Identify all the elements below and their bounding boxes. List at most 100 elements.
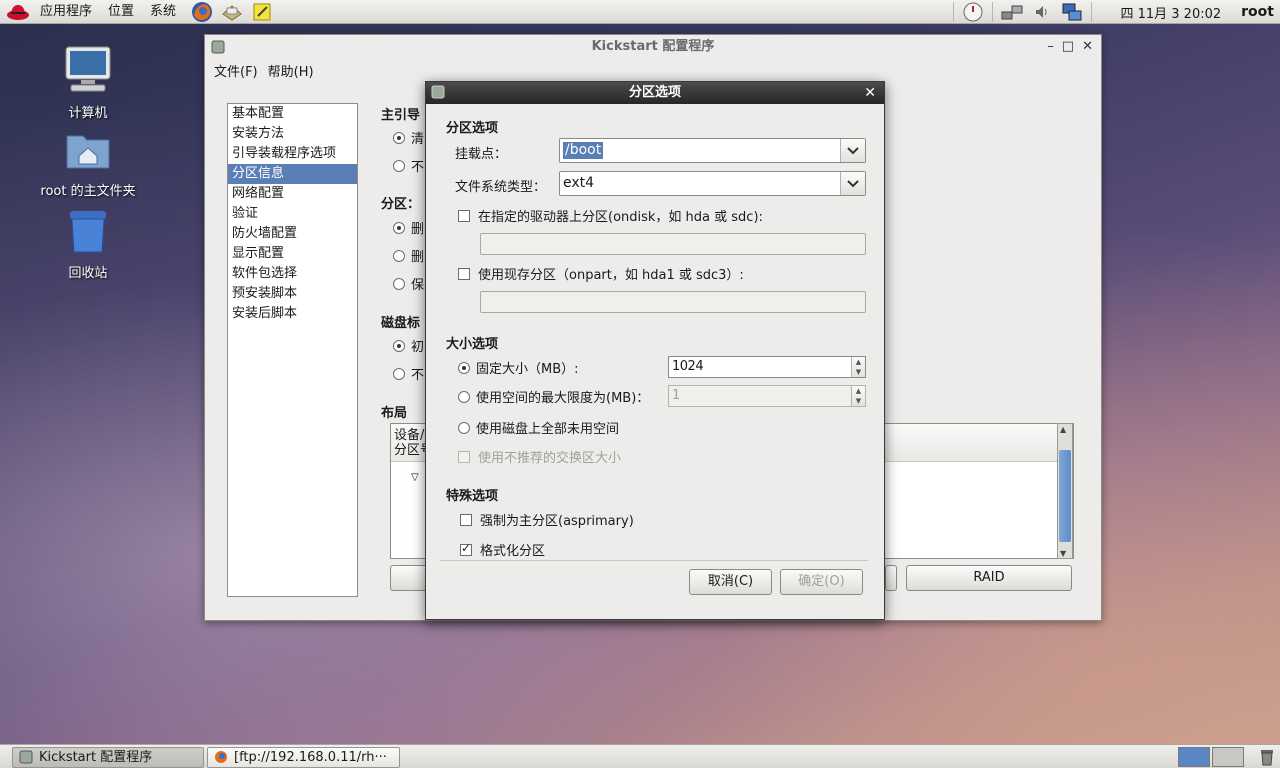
onpart-input[interactable] — [480, 291, 866, 313]
minimize-icon[interactable]: – — [1047, 35, 1054, 59]
onpart-checkbox[interactable] — [458, 267, 470, 280]
mbr-option-clear[interactable]: 清 — [393, 128, 424, 147]
dialog-titlebar[interactable]: 分区选项 ✕ — [426, 82, 884, 104]
radio-button[interactable] — [393, 367, 405, 380]
menu-help[interactable]: 帮助(H) — [263, 61, 319, 80]
max-size-radio[interactable] — [458, 390, 470, 403]
mail-launcher-icon[interactable] — [220, 1, 244, 23]
add-partition-button[interactable] — [390, 565, 430, 591]
sidebar-item-partition[interactable]: 分区信息 — [228, 164, 357, 184]
network-status-icon[interactable] — [1059, 1, 1085, 23]
max-size-option[interactable]: 使用空间的最大限度为(MB)： — [458, 387, 649, 406]
format-checkbox[interactable] — [460, 541, 472, 556]
window-title: Kickstart 配置程序 — [591, 39, 715, 54]
scroll-up-icon[interactable]: ▲ — [1060, 425, 1066, 434]
sidebar-item-display[interactable]: 显示配置 — [228, 244, 357, 264]
scroll-thumb[interactable] — [1059, 450, 1071, 542]
maximize-icon[interactable]: □ — [1062, 35, 1074, 59]
window-titlebar[interactable]: Kickstart 配置程序 – □ ✕ — [205, 35, 1101, 59]
hidden-button[interactable] — [885, 565, 897, 591]
menu-system[interactable]: 系统 — [142, 0, 184, 24]
ondisk-option[interactable]: 在指定的驱动器上分区(ondisk，如 hda 或 sdc): — [458, 206, 763, 225]
clock[interactable]: 四 11月 3 20:02 — [1096, 3, 1231, 22]
task-kickstart[interactable]: Kickstart 配置程序 — [12, 747, 204, 768]
sidebar-item-packages[interactable]: 软件包选择 — [228, 264, 357, 284]
trash-applet-icon[interactable] — [1258, 748, 1276, 766]
fill-disk-option[interactable]: 使用磁盘上全部未用空间 — [458, 418, 619, 437]
fixed-size-spinner[interactable]: 1024 ▲ ▼ — [668, 356, 866, 378]
tree-scrollbar[interactable]: ▲ ▼ — [1057, 423, 1073, 559]
mount-point-combo[interactable]: /boot — [559, 138, 866, 163]
raid-button[interactable]: RAID — [906, 565, 1072, 591]
sidebar-item-network[interactable]: 网络配置 — [228, 184, 357, 204]
scroll-down-icon[interactable]: ▼ — [1060, 549, 1066, 558]
mbr-option-keep[interactable]: 不 — [393, 156, 424, 175]
recommended-swap-checkbox[interactable] — [458, 450, 470, 463]
menu-places[interactable]: 位置 — [100, 0, 142, 24]
expander-triangle-icon[interactable]: ▽ — [411, 472, 419, 483]
menu-applications[interactable]: 应用程序 — [32, 0, 100, 24]
radio-button[interactable] — [393, 131, 405, 144]
desktop-icon-computer[interactable]: 计算机 — [28, 44, 148, 121]
close-icon[interactable]: ✕ — [864, 82, 876, 104]
asprimary-option[interactable]: 强制为主分区(asprimary) — [460, 510, 634, 529]
partition-option-2[interactable]: 删 — [393, 246, 424, 265]
firefox-launcher-icon[interactable] — [190, 1, 214, 23]
ondisk-input[interactable] — [480, 233, 866, 255]
sidebar-item-bootloader[interactable]: 引导装载程序选项 — [228, 144, 357, 164]
cancel-button[interactable]: 取消(C) — [689, 569, 772, 595]
fixed-size-radio[interactable] — [458, 361, 470, 374]
radio-button[interactable] — [393, 339, 405, 352]
desktop-icon-home[interactable]: root 的主文件夹 — [28, 128, 148, 199]
ok-button[interactable]: 确定(O) — [780, 569, 863, 595]
recommended-swap-option[interactable]: 使用不推荐的交换区大小 — [458, 447, 621, 466]
workspace-1[interactable] — [1178, 747, 1210, 767]
radio-button[interactable] — [393, 277, 405, 290]
clock-applet-icon[interactable] — [960, 1, 986, 23]
ondisk-label: 在指定的驱动器上分区(ondisk，如 hda 或 sdc): — [478, 210, 763, 225]
network-manager-icon[interactable] — [999, 1, 1025, 23]
disklabel-option-no[interactable]: 不 — [393, 364, 424, 383]
ondisk-checkbox[interactable] — [458, 209, 470, 222]
menu-file[interactable]: 文件(F) — [209, 61, 263, 80]
sidebar-item-firewall[interactable]: 防火墙配置 — [228, 224, 357, 244]
chevron-down-icon[interactable] — [840, 172, 865, 195]
desktop-icon-label: 回收站 — [68, 266, 108, 281]
format-option[interactable]: 格式化分区 — [460, 540, 545, 559]
close-icon[interactable]: ✕ — [1082, 35, 1093, 59]
disklabel-option-init[interactable]: 初 — [393, 336, 424, 355]
sidebar-item-auth[interactable]: 验证 — [228, 204, 357, 224]
redhat-logo-icon[interactable] — [6, 2, 30, 22]
onpart-option[interactable]: 使用现存分区（onpart，如 hda1 或 sdc3）: — [458, 264, 744, 283]
user-name[interactable]: root — [1231, 4, 1280, 20]
fstype-label: 文件系统类型： — [455, 180, 547, 195]
sidebar-item-basic[interactable]: 基本配置 — [228, 104, 357, 124]
app-icon — [431, 85, 445, 107]
partition-option-1[interactable]: 删 — [393, 218, 424, 237]
task-firefox[interactable]: [ftp://192.168.0.11/rh··· — [207, 747, 400, 768]
radio-button[interactable] — [393, 249, 405, 262]
workspace-2[interactable] — [1212, 747, 1244, 767]
notes-launcher-icon[interactable] — [250, 1, 274, 23]
desktop-icon-trash[interactable]: 回收站 — [28, 208, 148, 281]
fstype-combo[interactable]: ext4 — [559, 171, 866, 196]
mount-point-value[interactable]: /boot — [563, 142, 604, 159]
sidebar-item-pre-script[interactable]: 预安装脚本 — [228, 284, 357, 304]
radio-button[interactable] — [393, 221, 405, 234]
radio-button[interactable] — [393, 159, 405, 172]
fill-disk-label: 使用磁盘上全部未用空间 — [476, 422, 620, 437]
app-icon — [19, 750, 33, 767]
section-size-options: 大小选项 — [446, 337, 499, 352]
chevron-down-icon[interactable] — [840, 139, 865, 162]
spinner-arrows-icon[interactable]: ▲ ▼ — [851, 386, 865, 406]
fill-disk-radio[interactable] — [458, 421, 470, 434]
partition-option-3[interactable]: 保 — [393, 274, 424, 293]
asprimary-checkbox[interactable] — [460, 513, 472, 526]
sidebar-item-install-method[interactable]: 安装方法 — [228, 124, 357, 144]
fstype-value: ext4 — [563, 175, 595, 191]
fixed-size-option[interactable]: 固定大小（MB）: — [458, 358, 579, 377]
volume-icon[interactable] — [1029, 1, 1055, 23]
sidebar-item-post-script[interactable]: 安装后脚本 — [228, 304, 357, 324]
max-size-spinner[interactable]: 1 ▲ ▼ — [668, 385, 866, 407]
spinner-arrows-icon[interactable]: ▲ ▼ — [851, 357, 865, 377]
